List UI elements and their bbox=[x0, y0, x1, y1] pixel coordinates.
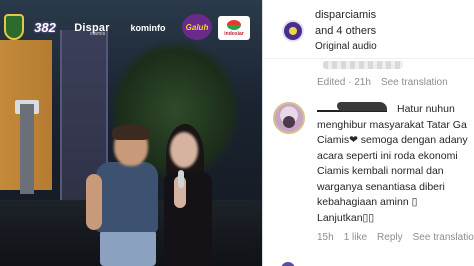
performer-right bbox=[156, 124, 226, 266]
author-username[interactable]: disparciamis bbox=[315, 9, 376, 21]
microphone bbox=[178, 170, 184, 188]
dispar-logo: Dispar ciamis bbox=[66, 18, 118, 38]
sponsor-logo-bar: 382 Dispar ciamis kominfo Galuh indosiar bbox=[0, 12, 262, 44]
comment-line: Ciamis kembali normal dan bbox=[317, 165, 444, 177]
comment-timestamp: 15h bbox=[317, 232, 334, 243]
galuh-logo: Galuh bbox=[182, 14, 212, 40]
comment-see-translation[interactable]: See translatio bbox=[413, 232, 474, 243]
header-divider bbox=[263, 58, 474, 59]
author-avatar[interactable] bbox=[282, 20, 304, 42]
caption-see-translation[interactable]: See translation bbox=[381, 77, 448, 88]
next-comment-avatar[interactable] bbox=[281, 262, 295, 266]
caption-timestamp: Edited · 21h bbox=[317, 77, 371, 88]
commenter-avatar[interactable] bbox=[273, 102, 305, 134]
comment-line: warganya senantiasa diberi bbox=[317, 180, 445, 193]
comment-line: menghibur masyarakat Tatar Ga bbox=[317, 118, 467, 131]
performer-left bbox=[86, 124, 166, 266]
comment-meta: 15h 1 like Reply See translatio bbox=[317, 232, 474, 243]
background-light-post bbox=[20, 104, 34, 194]
indosiar-logo: indosiar bbox=[218, 16, 250, 40]
indosiar-logo-text: indosiar bbox=[224, 30, 244, 37]
post-video[interactable]: 382 Dispar ciamis kominfo Galuh indosiar bbox=[0, 0, 262, 266]
comment-line: acara seperti ini roda ekonomi bbox=[317, 149, 458, 162]
comment-line: Hatur nuhun bbox=[397, 103, 455, 115]
audio-link[interactable]: Original audio bbox=[315, 41, 377, 52]
dispar-logo-subtext: ciamis bbox=[90, 31, 106, 37]
caption-text-cutoff bbox=[323, 61, 403, 69]
comment-like-count[interactable]: 1 like bbox=[344, 232, 367, 243]
indosiar-emblem bbox=[227, 19, 241, 30]
collaborators-link[interactable]: and 4 others bbox=[315, 25, 376, 37]
anniversary-logo: 382 bbox=[34, 19, 56, 35]
post-side-panel: disparciamis and 4 others Original audio… bbox=[262, 0, 474, 266]
comment-line: Lanjutkan▯▯ bbox=[317, 211, 375, 224]
comment-reply-button[interactable]: Reply bbox=[377, 232, 403, 243]
ciamis-crest-logo bbox=[4, 14, 24, 40]
caption-meta: Edited · 21h See translation bbox=[317, 77, 448, 88]
post-header: disparciamis and 4 others Original audio bbox=[263, 0, 474, 56]
comment-line: Ciamis❤ semoga dengan adany bbox=[317, 134, 468, 146]
comment-text: Hatur nuhun menghibur masyarakat Tatar G… bbox=[317, 102, 474, 226]
comment-line: kebahagiaan aminn ▯ bbox=[317, 196, 418, 208]
kominfo-logo: kominfo bbox=[130, 23, 166, 33]
